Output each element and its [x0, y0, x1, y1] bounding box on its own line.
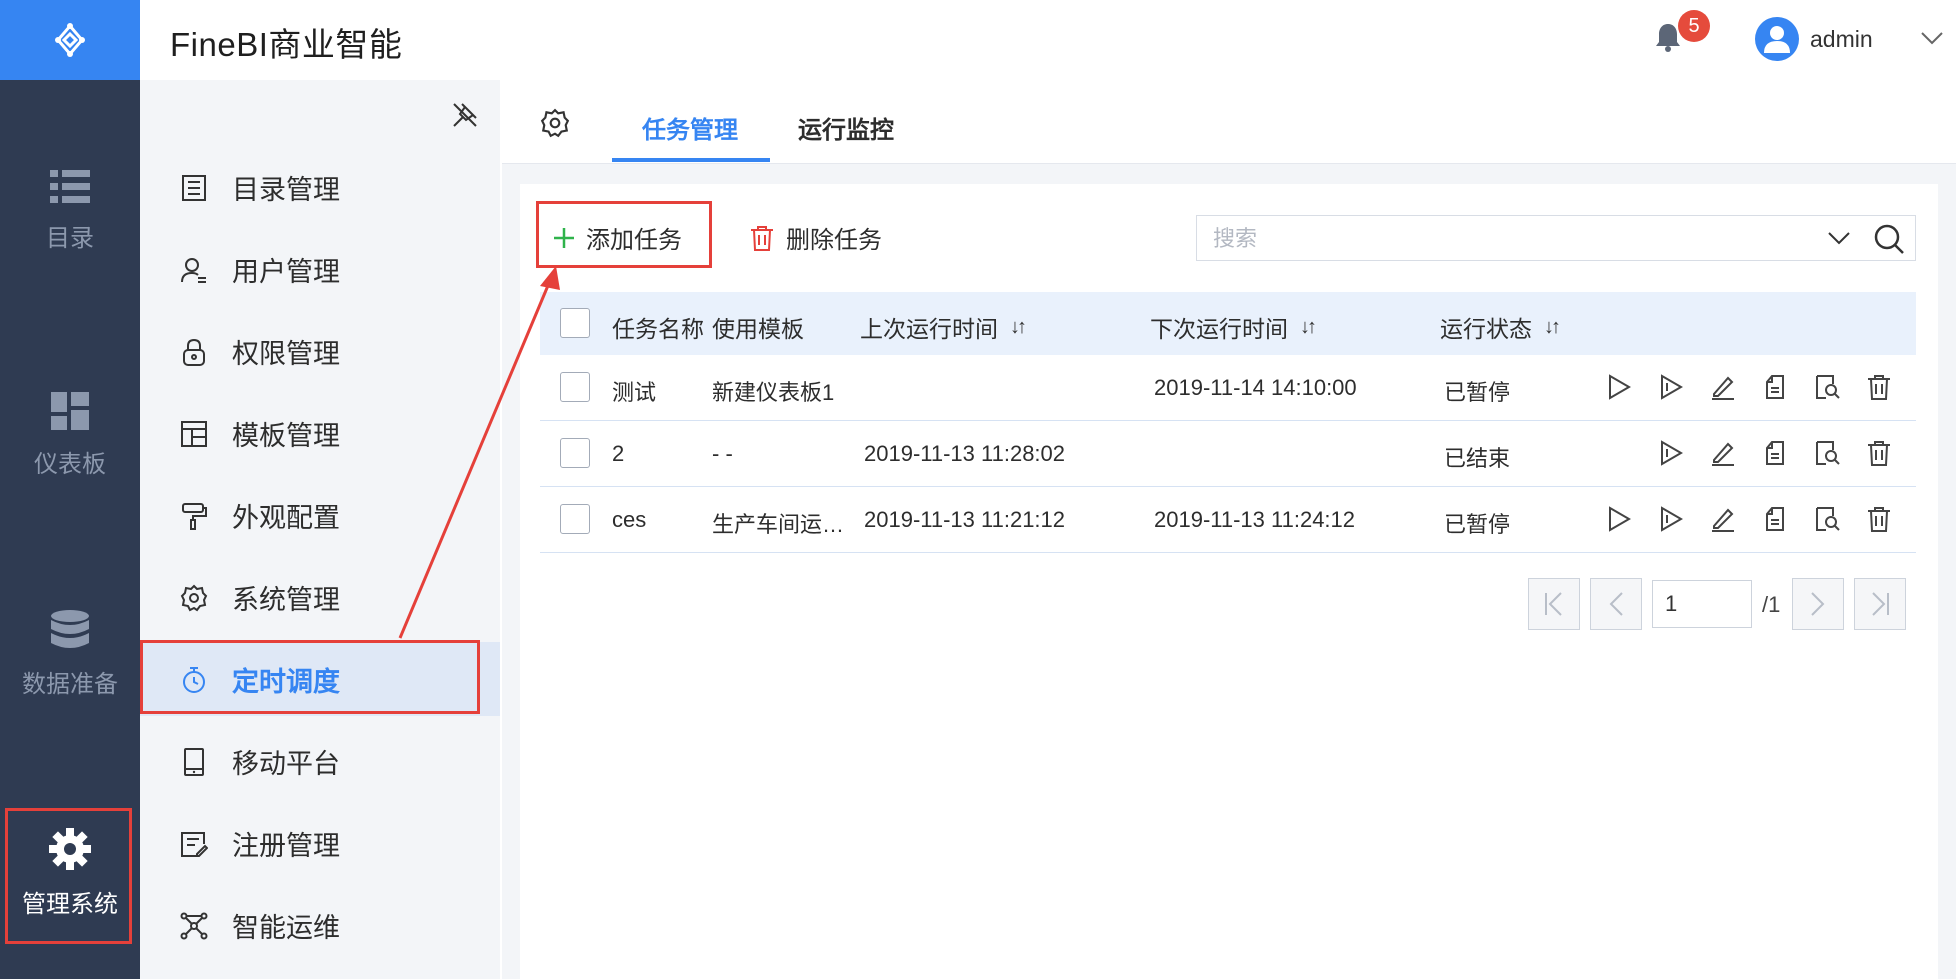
annotation-arrow: [398, 266, 560, 639]
